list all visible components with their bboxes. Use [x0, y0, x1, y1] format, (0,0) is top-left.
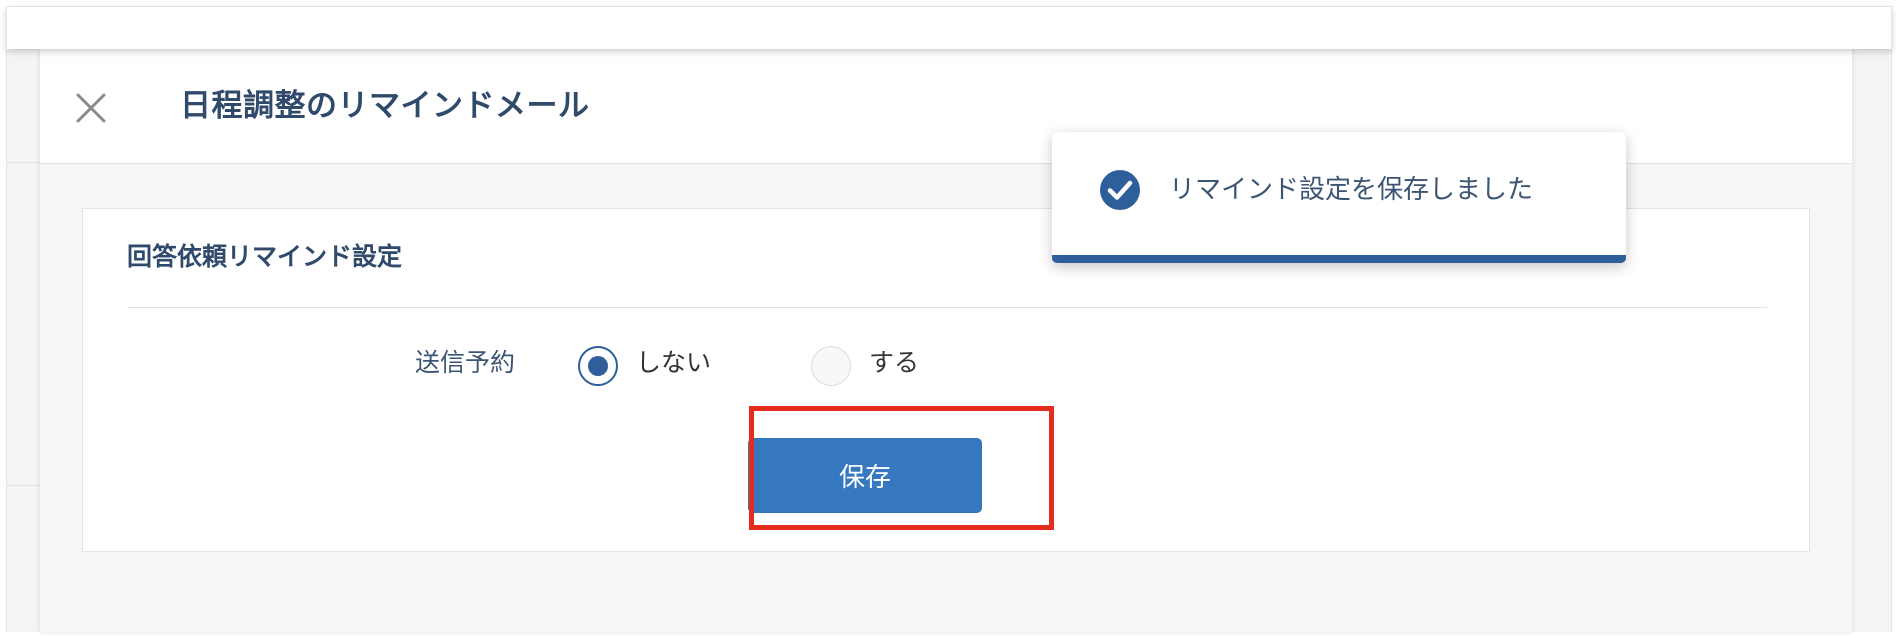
background-divider — [6, 162, 40, 163]
radio-yes[interactable] — [811, 346, 851, 386]
schedule-label: 送信予約 — [415, 348, 516, 377]
save-button[interactable]: 保存 — [748, 438, 982, 513]
toast-progress-bar — [1052, 255, 1626, 263]
radio-selected-dot — [588, 356, 608, 376]
card-divider — [127, 307, 1767, 308]
radio-no[interactable] — [578, 346, 618, 386]
radio-no-label[interactable]: しない — [636, 345, 711, 381]
close-icon[interactable] — [74, 91, 108, 125]
dialog-title: 日程調整のリマインドメール — [180, 88, 590, 124]
success-toast: リマインド設定を保存しました — [1052, 132, 1626, 263]
toast-message: リマインド設定を保存しました — [1169, 175, 1534, 205]
radio-yes-label[interactable]: する — [869, 345, 919, 381]
card-title: 回答依頼リマインド設定 — [127, 242, 403, 271]
background-divider — [6, 485, 40, 486]
close-button[interactable] — [73, 90, 109, 126]
check-circle-icon — [1100, 170, 1140, 210]
top-bar — [6, 6, 1892, 49]
